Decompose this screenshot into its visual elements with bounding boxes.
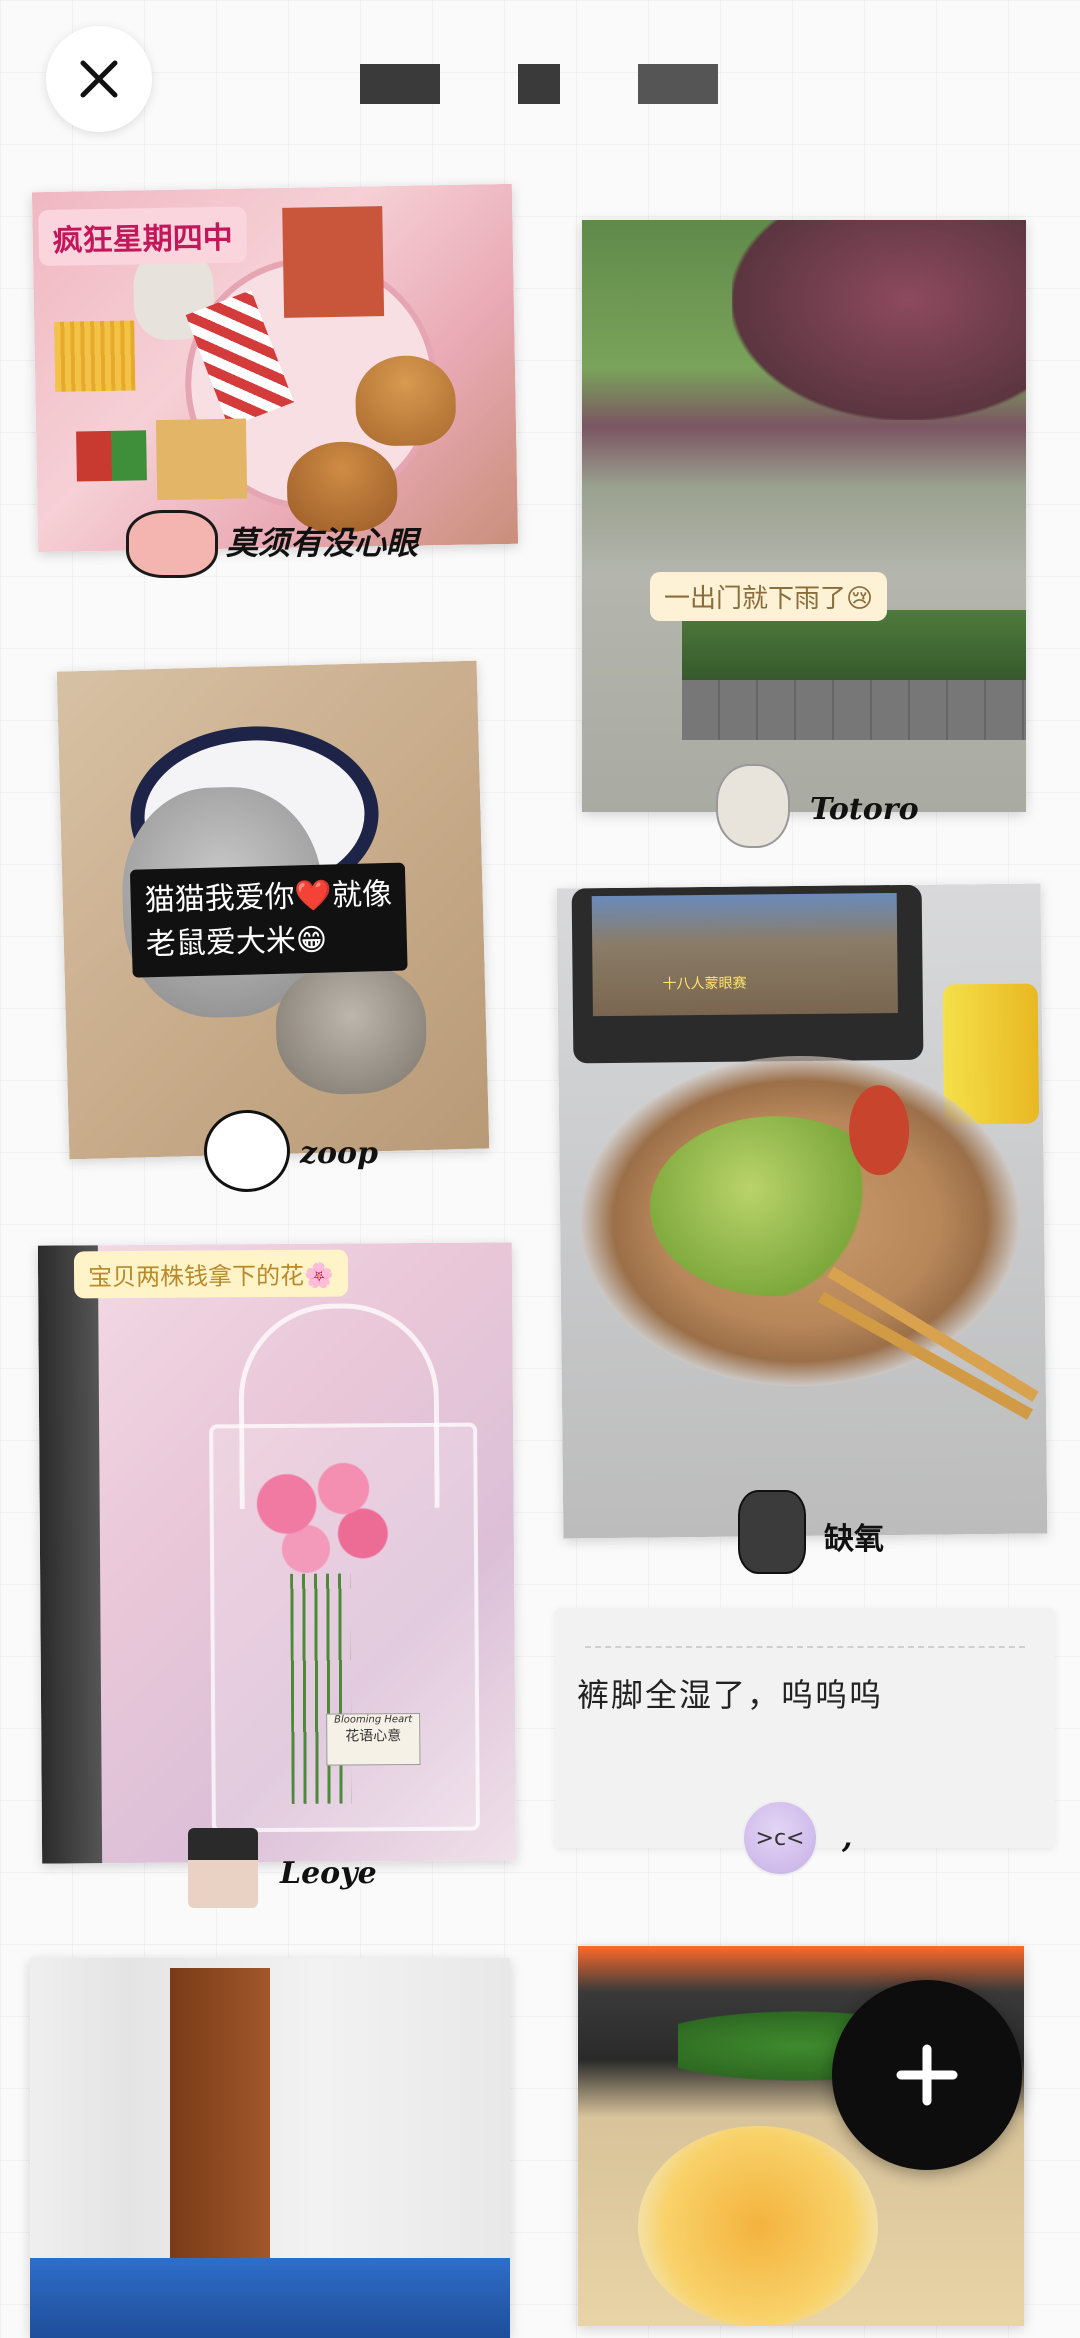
- add-post-button[interactable]: [832, 1980, 1022, 2170]
- post-tag: 一出门就下雨了😢: [650, 572, 888, 621]
- door: [170, 1968, 270, 2268]
- author-name[interactable]: Totoro: [810, 792, 919, 827]
- flower-card-label: 花语心意: [345, 1728, 402, 1745]
- snack-can: [942, 983, 1040, 1125]
- fried-egg: [638, 2126, 878, 2326]
- chicken-box: [282, 206, 385, 318]
- sauce-packets: [76, 430, 147, 482]
- close-icon: [80, 60, 118, 98]
- post-tag: 疯狂星期四中: [38, 206, 248, 267]
- blob-face-icon: >c<: [755, 1825, 805, 1851]
- stems: [290, 1573, 352, 1804]
- plus-icon: [896, 2044, 958, 2106]
- post-card-cat[interactable]: 猫猫我爱你❤️就像 老鼠爱大米😁: [56, 660, 490, 1160]
- caption-box: 猫猫我爱你❤️就像 老鼠爱大米😁: [129, 862, 408, 978]
- post-card-fastfood[interactable]: 疯狂星期四中: [31, 183, 519, 553]
- flower-card: Blooming Heart 花语心意: [326, 1713, 421, 1766]
- avatar-witch[interactable]: [738, 1490, 806, 1574]
- author-name[interactable]: ,: [842, 1820, 852, 1855]
- flower-bunch: [229, 1443, 421, 1595]
- author-name[interactable]: 莫须有没心眼: [226, 518, 418, 564]
- post-card-noodles[interactable]: 十八人蒙眼赛: [556, 883, 1048, 1539]
- note-text: 裤脚全湿了，呜呜呜: [577, 1676, 884, 1714]
- shrimp: [848, 1084, 910, 1176]
- avatar-bandit[interactable]: [204, 1110, 290, 1192]
- blue-desk: [30, 2258, 510, 2338]
- dark-edge: [37, 1245, 103, 1864]
- tablet-screen: 十八人蒙眼赛: [591, 892, 898, 1017]
- avatar-totoro[interactable]: [716, 764, 790, 848]
- author-name[interactable]: 缺氧: [824, 1514, 884, 1558]
- flower-card-sub: Blooming Heart: [334, 1714, 413, 1726]
- post-card-hallway[interactable]: [30, 1958, 510, 2338]
- post-card-park[interactable]: 一出门就下雨了😢: [582, 220, 1026, 812]
- post-card-flowers[interactable]: Blooming Heart 花语心意 宝贝两株钱拿下的花🌸: [37, 1242, 517, 1864]
- nuggets-box: [155, 418, 248, 501]
- burger-1: [354, 354, 457, 447]
- author-name[interactable]: Leoye: [280, 1856, 377, 1891]
- tree-canopy: [732, 220, 1026, 420]
- note-divider: [585, 1646, 1025, 1648]
- close-button[interactable]: [46, 26, 152, 132]
- cat-2: [274, 962, 428, 1096]
- post-tag: 宝贝两株钱拿下的花🌸: [73, 1249, 349, 1299]
- tab-redacted-2[interactable]: [518, 64, 560, 104]
- caption-line: 老鼠爱大米😁: [145, 922, 328, 963]
- author-name[interactable]: zoop: [300, 1136, 378, 1171]
- planter-wall: [682, 680, 1026, 740]
- avatar-cat-mask[interactable]: [126, 510, 218, 578]
- fries: [54, 320, 136, 392]
- avatar-purple-blob[interactable]: >c<: [742, 1800, 818, 1876]
- tab-redacted-3[interactable]: [638, 64, 718, 104]
- tab-redacted-1[interactable]: [360, 64, 440, 104]
- tv-caption: 十八人蒙眼赛: [662, 975, 747, 993]
- avatar-girl[interactable]: [188, 1828, 258, 1908]
- caption-line: 猫猫我爱你❤️就像: [144, 876, 393, 919]
